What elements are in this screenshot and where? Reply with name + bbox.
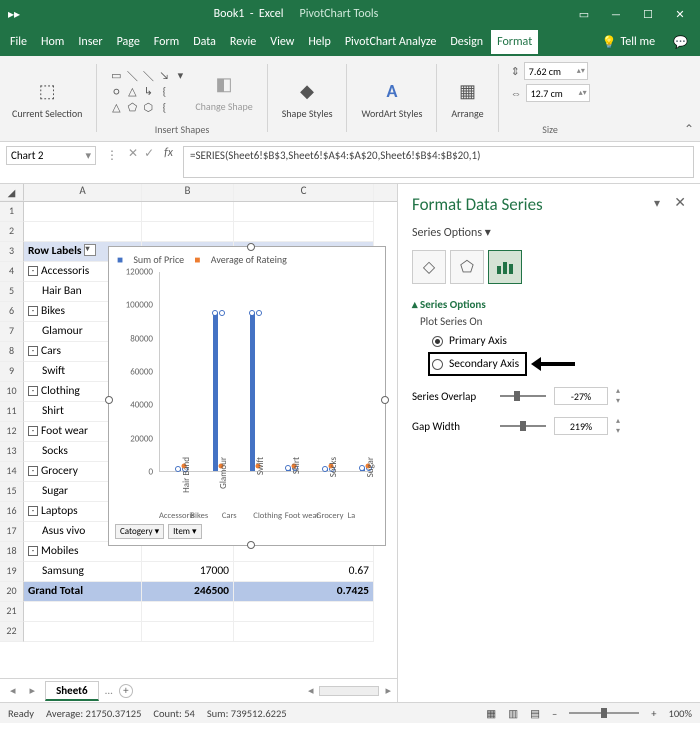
tab-insert[interactable]: Inser (72, 30, 108, 54)
chart-plot-area[interactable] (159, 272, 373, 472)
ribbon-display-icon[interactable]: ▭ (572, 4, 596, 24)
fill-line-icon[interactable]: ◇ (412, 250, 446, 284)
secondary-axis-radio[interactable]: Secondary Axis (432, 357, 519, 371)
wordart-styles-button[interactable]: AWordArt Styles (359, 75, 424, 122)
zoom-slider[interactable] (569, 712, 639, 714)
zoom-level[interactable]: 100% (669, 707, 692, 720)
worksheet-grid[interactable]: ◢ A B C 123Row LabelsSum of PriceAverage… (0, 184, 398, 702)
context-tools: PivotChart Tools (300, 7, 379, 21)
sheet-nav-next[interactable]: ▸ (26, 684, 40, 697)
height-icon: ⇕ (511, 65, 520, 78)
status-average: 21750.37125 (86, 707, 142, 720)
plot-series-on-label: Plot Series On (420, 315, 686, 328)
current-selection-button[interactable]: ⬚Current Selection (10, 75, 84, 122)
annotation-arrow (531, 357, 575, 371)
secondary-axis-highlight: Secondary Axis (428, 352, 527, 376)
tab-help[interactable]: Help (302, 30, 337, 54)
panel-close-button[interactable]: ✕ (674, 194, 686, 211)
status-ready: Ready (8, 707, 34, 720)
pivot-chart[interactable]: ■ Sum of Price ■ Average of Rateing 0200… (108, 246, 386, 546)
app-name: Excel (259, 7, 284, 21)
gap-width-input[interactable]: 219% (554, 417, 608, 435)
format-data-series-panel: ✕ ▾ Format Data Series Series Options ▾ … (398, 184, 700, 702)
cancel-formula-icon[interactable]: ✕ (128, 146, 138, 161)
tab-review[interactable]: Revie (224, 30, 262, 54)
view-normal-icon[interactable]: ▦ (486, 707, 496, 720)
pivot-field-item[interactable]: Item ▾ (168, 524, 201, 539)
tab-file[interactable]: File (4, 30, 33, 54)
size-label: Size (542, 123, 558, 136)
col-b[interactable]: B (142, 184, 234, 201)
sheet-tabs: ◂ ▸ Sheet6 ... + ◂ ▸ (0, 678, 397, 702)
sheet-nav-prev[interactable]: ◂ (6, 684, 20, 697)
quick-access-collapse-icon[interactable]: ▸▸ (8, 7, 20, 22)
select-all[interactable]: ◢ (0, 184, 24, 201)
fx-icon[interactable]: fx (160, 146, 177, 160)
tab-view[interactable]: View (264, 30, 300, 54)
series-overlap-input[interactable]: -27% (554, 387, 608, 405)
col-c[interactable]: C (234, 184, 374, 201)
title-bar: ▸▸ Book1 - Excel PivotChart Tools ▭ — ☐ … (0, 0, 700, 28)
panel-title: Format Data Series (412, 194, 686, 215)
formula-bar: Chart 2▾ ⋮ ✕ ✓ fx =SERIES(Sheet6!$B$3,Sh… (0, 142, 700, 184)
maximize-button[interactable]: ☐ (636, 4, 660, 24)
insert-shapes-label: Insert Shapes (155, 123, 210, 136)
name-box[interactable]: Chart 2▾ (6, 146, 96, 165)
pivot-field-catogery[interactable]: Catogery ▾ (115, 524, 164, 539)
tab-page-layout[interactable]: Page (111, 30, 146, 54)
series-options-header[interactable]: ▴ Series Options (412, 298, 686, 311)
hscroll-right[interactable]: ▸ (385, 684, 391, 697)
tab-data[interactable]: Data (187, 30, 222, 54)
gap-width-slider[interactable] (500, 425, 546, 427)
collapse-ribbon-icon[interactable]: ⌃ (684, 122, 694, 137)
gap-width-label: Gap Width (412, 420, 492, 433)
comments-icon[interactable]: 💬 (665, 35, 696, 50)
hscroll[interactable] (319, 686, 379, 696)
minimize-button[interactable]: — (604, 4, 628, 24)
formula-input[interactable]: =SERIES(Sheet6!$B$3,Sheet6!$A$4:$A$20,Sh… (183, 146, 694, 178)
status-bar: Ready Average: 21750.37125 Count: 54 Sum… (0, 702, 700, 723)
series-options-dropdown[interactable]: Series Options ▾ (412, 225, 686, 240)
tab-formulas[interactable]: Form (148, 30, 185, 54)
panel-menu-button[interactable]: ▾ (654, 196, 660, 211)
primary-axis-radio[interactable]: Primary Axis (432, 334, 686, 348)
sheet-tab-active[interactable]: Sheet6 (45, 681, 99, 701)
series-options-icon[interactable] (488, 250, 522, 284)
enter-formula-icon[interactable]: ✓ (144, 146, 154, 161)
tab-home[interactable]: Hom (35, 30, 70, 54)
sheet-tab-more[interactable]: ... (105, 684, 113, 697)
tab-design[interactable]: Design (444, 30, 489, 54)
view-page-break-icon[interactable]: ▤ (530, 707, 540, 720)
shape-styles-button[interactable]: ◆Shape Styles (280, 75, 335, 122)
col-a[interactable]: A (24, 184, 142, 201)
arrange-button[interactable]: ▦Arrange (449, 75, 485, 122)
tab-format[interactable]: Format (491, 30, 538, 54)
view-page-layout-icon[interactable]: ▥ (508, 707, 518, 720)
add-sheet-button[interactable]: + (119, 684, 133, 698)
ribbon-tabs: File Hom Inser Page Form Data Revie View… (0, 28, 700, 56)
shape-height-input[interactable] (525, 65, 575, 78)
doc-title: Book1 (214, 7, 245, 21)
zoom-in-button[interactable]: + (651, 707, 656, 720)
effects-icon[interactable]: ⬠ (450, 250, 484, 284)
width-icon: ⇔ (511, 87, 522, 100)
status-sum: 739512.6225 (231, 707, 287, 720)
status-count: 54 (184, 707, 195, 720)
change-shape-button: ◧Change Shape (193, 68, 254, 115)
shape-gallery[interactable]: ▭＼＼↘▾ ○△↳{ △⬠⬡{ (109, 69, 187, 115)
shape-width-input[interactable] (527, 87, 577, 100)
close-button[interactable]: ✕ (668, 4, 692, 24)
ribbon: ⬚Current Selection ▭＼＼↘▾ ○△↳{ △⬠⬡{ ◧Chan… (0, 56, 700, 142)
name-box-sep: ⋮ (102, 146, 122, 165)
tell-me[interactable]: 💡 Tell me (594, 35, 663, 50)
tab-pivotchart-analyze[interactable]: PivotChart Analyze (339, 30, 443, 54)
zoom-out-button[interactable]: – (552, 707, 557, 720)
series-overlap-label: Series Overlap (412, 390, 492, 403)
hscroll-left[interactable]: ◂ (308, 684, 314, 697)
series-overlap-slider[interactable] (500, 395, 546, 397)
